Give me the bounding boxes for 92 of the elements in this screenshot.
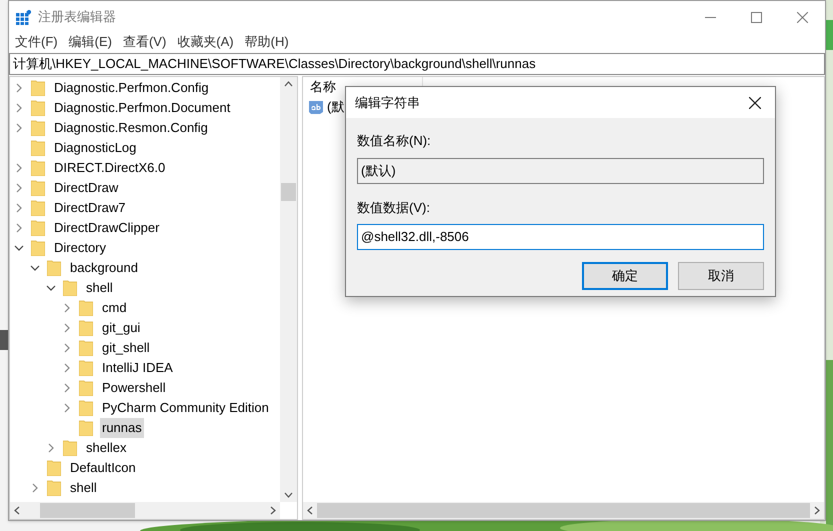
folder-icon	[79, 300, 93, 316]
value-data-field[interactable]: @shell32.dll,-8506	[357, 224, 764, 250]
folder-icon	[79, 380, 93, 396]
close-icon	[749, 96, 761, 108]
tree-item[interactable]: Directory	[52, 238, 108, 258]
tree-item[interactable]: runnas	[100, 418, 144, 438]
chevron-down-icon[interactable]	[30, 263, 40, 273]
chevron-right-icon[interactable]	[14, 83, 24, 93]
tree-item[interactable]: DefaultIcon	[68, 458, 138, 478]
chevron-right-icon[interactable]	[62, 323, 72, 333]
scroll-down-icon[interactable]	[284, 492, 293, 498]
dialog-button[interactable]: 取消	[678, 262, 764, 290]
menu-item[interactable]: 文件(F)	[15, 32, 58, 52]
scroll-right-icon[interactable]	[270, 506, 276, 515]
dialog-title: 编辑字符串	[355, 94, 420, 112]
app-icon	[16, 10, 31, 24]
folder-icon	[63, 280, 77, 296]
value-name-field[interactable]: (默认)	[357, 158, 764, 184]
tree-item[interactable]: IntelliJ IDEA	[100, 358, 175, 378]
folder-icon	[47, 460, 61, 476]
scrollbar-thumb[interactable]	[281, 183, 296, 201]
chevron-right-icon[interactable]	[62, 343, 72, 353]
folder-icon	[31, 180, 45, 196]
horizontal-scrollbar[interactable]	[10, 502, 280, 519]
tree-item[interactable]: DirectDraw	[52, 178, 120, 198]
chevron-right-icon[interactable]	[14, 223, 24, 233]
tree-item[interactable]: Powershell	[100, 378, 168, 398]
close-icon	[796, 12, 808, 22]
value-name[interactable]: (默	[327, 97, 344, 117]
folder-icon	[79, 420, 93, 436]
chevron-right-icon[interactable]	[14, 203, 24, 213]
folder-icon	[31, 140, 45, 156]
menu-item[interactable]: 收藏夹(A)	[177, 32, 234, 52]
folder-icon	[79, 340, 93, 356]
tree-item[interactable]: PyCharm Community Edition	[100, 398, 271, 418]
scroll-right-icon[interactable]	[814, 506, 820, 515]
chevron-right-icon[interactable]	[62, 303, 72, 313]
horizontal-scrollbar[interactable]	[303, 502, 824, 519]
chevron-down-icon[interactable]	[14, 243, 24, 253]
tree-item[interactable]: DirectDraw7	[52, 198, 128, 218]
tree-item[interactable]: cmd	[100, 298, 129, 318]
tree-item[interactable]: DiagnosticLog	[52, 138, 138, 158]
chevron-right-icon[interactable]	[30, 483, 40, 493]
folder-icon	[63, 440, 77, 456]
folder-icon	[31, 160, 45, 176]
folder-icon	[31, 120, 45, 136]
scroll-left-icon[interactable]	[307, 506, 313, 515]
chevron-right-icon[interactable]	[62, 363, 72, 373]
tree-item[interactable]: DirectDrawClipper	[52, 218, 162, 238]
folder-icon	[47, 480, 61, 496]
chevron-right-icon[interactable]	[62, 383, 72, 393]
chevron-right-icon[interactable]	[14, 103, 24, 113]
chevron-right-icon[interactable]	[62, 403, 72, 413]
chevron-right-icon[interactable]	[14, 163, 24, 173]
folder-icon	[31, 200, 45, 216]
scrollbar-thumb[interactable]	[317, 503, 810, 518]
folder-icon	[47, 260, 61, 276]
tree-item[interactable]: shellex	[84, 438, 128, 458]
menu-item[interactable]: 帮助(H)	[244, 32, 289, 52]
chevron-right-icon[interactable]	[46, 443, 56, 453]
tree-item[interactable]: git_gui	[100, 318, 142, 338]
scroll-up-icon[interactable]	[284, 81, 293, 87]
maximize-icon	[750, 12, 762, 22]
folder-icon	[79, 400, 93, 416]
chevron-right-icon[interactable]	[14, 183, 24, 193]
window-title: 注册表编辑器	[38, 8, 116, 26]
chevron-down-icon[interactable]	[46, 283, 56, 293]
chevron-right-icon[interactable]	[14, 123, 24, 133]
menu-item[interactable]: 查看(V)	[122, 32, 166, 52]
dialog-button[interactable]: 确定	[582, 262, 668, 290]
field-label: 数值名称(N):	[357, 132, 432, 150]
scrollbar-thumb[interactable]	[40, 503, 135, 518]
string-value-icon	[308, 99, 324, 115]
scroll-left-icon[interactable]	[14, 506, 20, 515]
vertical-scrollbar[interactable]	[280, 77, 297, 502]
tree-item[interactable]: background	[68, 258, 140, 278]
tree-item[interactable]: shell	[84, 278, 115, 298]
tree-item[interactable]: Diagnostic.Resmon.Config	[52, 118, 210, 138]
tree-item[interactable]: DIRECT.DirectX6.0	[52, 158, 168, 178]
folder-icon	[79, 320, 93, 336]
folder-icon	[79, 360, 93, 376]
folder-icon	[31, 240, 45, 256]
tree-item[interactable]: Diagnostic.Perfmon.Config	[52, 78, 211, 98]
field-label: 数值数据(V):	[357, 198, 431, 217]
address-bar[interactable]: 计算机\HKEY_LOCAL_MACHINE\SOFTWARE\Classes\Directory\background\shell\runnas	[9, 53, 825, 75]
tree-item[interactable]: shell	[68, 478, 99, 498]
tree-item[interactable]: git_shell	[100, 338, 152, 358]
menu-item[interactable]: 编辑(E)	[68, 32, 112, 52]
folder-icon	[31, 80, 45, 96]
tree-item[interactable]: Diagnostic.Perfmon.Document	[52, 98, 232, 118]
folder-icon	[31, 220, 45, 236]
folder-icon	[31, 100, 45, 116]
